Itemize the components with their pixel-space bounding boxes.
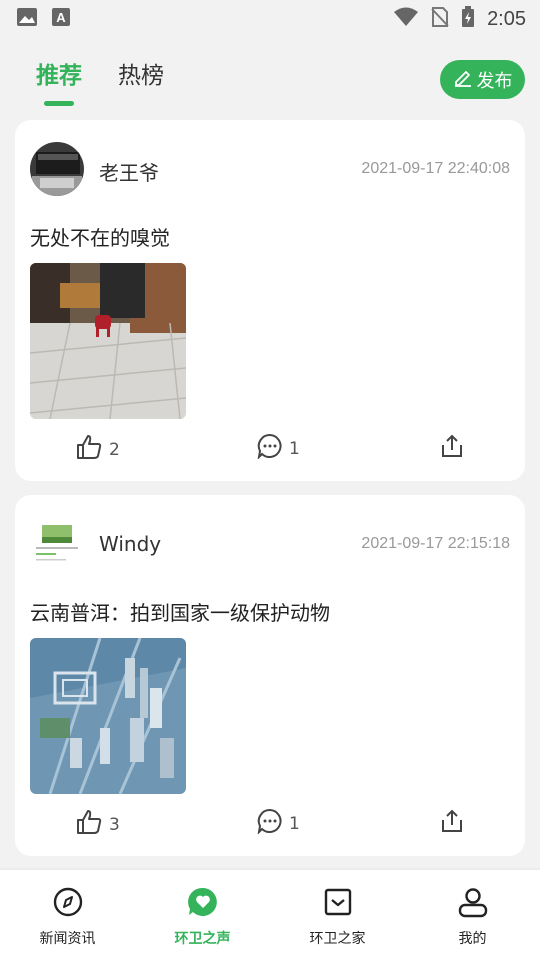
nav-item-voice[interactable]: 环卫之声 xyxy=(135,870,270,960)
battery-icon xyxy=(461,6,475,32)
status-bar: A 2:05 xyxy=(0,0,540,38)
heart-chat-icon xyxy=(187,886,219,922)
nav-label: 我的 xyxy=(458,931,487,947)
nav-item-mine[interactable]: 我的 xyxy=(405,870,540,960)
thumbs-up-icon xyxy=(75,808,103,841)
comment-button[interactable]: 1 xyxy=(257,433,300,464)
like-count: 3 xyxy=(109,814,120,835)
nav-item-home[interactable]: 环卫之家 xyxy=(270,870,405,960)
post-time: 2021-09-17 22:40:08 xyxy=(361,160,510,177)
avatar[interactable] xyxy=(30,142,84,196)
share-button[interactable] xyxy=(439,808,465,839)
wifi-icon xyxy=(393,7,419,31)
share-icon xyxy=(439,808,465,839)
like-count: 2 xyxy=(109,439,120,460)
nav-label: 环卫之声 xyxy=(174,931,231,947)
top-tabs: 推荐 热榜 xyxy=(36,56,164,106)
username[interactable]: Windy xyxy=(99,532,161,556)
compass-icon xyxy=(52,886,84,922)
inbox-icon xyxy=(322,886,354,922)
comment-icon xyxy=(257,808,283,839)
bottom-nav: 新闻资讯 环卫之声 环卫之家 我的 xyxy=(0,870,540,960)
avatar[interactable] xyxy=(30,517,84,571)
post-card[interactable]: 老王爷 2021-09-17 22:40:08 无处不在的嗅觉 2 1 xyxy=(15,120,525,481)
no-sim-icon xyxy=(431,6,449,32)
nav-label: 新闻资讯 xyxy=(39,931,96,947)
comment-button[interactable]: 1 xyxy=(257,808,300,839)
publish-button[interactable]: 发布 xyxy=(440,60,525,99)
edit-icon xyxy=(453,67,473,92)
publish-label: 发布 xyxy=(476,70,513,92)
tab-recommend[interactable]: 推荐 xyxy=(36,56,82,106)
svg-text:A: A xyxy=(56,10,66,25)
nav-item-news[interactable]: 新闻资讯 xyxy=(0,870,135,960)
share-button[interactable] xyxy=(439,433,465,464)
post-image[interactable] xyxy=(30,638,186,794)
user-icon xyxy=(457,886,489,922)
nav-label: 环卫之家 xyxy=(309,931,366,947)
like-button[interactable]: 2 xyxy=(75,433,120,466)
font-app-icon: A xyxy=(52,7,70,31)
status-time: 2:05 xyxy=(487,7,526,30)
post-image[interactable] xyxy=(30,263,186,419)
post-text[interactable]: 云南普洱：拍到国家一级保护动物 xyxy=(30,597,330,626)
thumbs-up-icon xyxy=(75,433,103,466)
share-icon xyxy=(439,433,465,464)
post-text[interactable]: 无处不在的嗅觉 xyxy=(30,222,170,251)
gallery-icon xyxy=(16,7,38,31)
tab-hot-list[interactable]: 热榜 xyxy=(118,56,164,106)
comment-icon xyxy=(257,433,283,464)
comment-count: 1 xyxy=(289,813,300,834)
post-time: 2021-09-17 22:15:18 xyxy=(361,535,510,552)
username[interactable]: 老王爷 xyxy=(99,157,159,186)
comment-count: 1 xyxy=(289,438,300,459)
post-card[interactable]: Windy 2021-09-17 22:15:18 云南普洱：拍到国家一级保护动… xyxy=(15,495,525,856)
like-button[interactable]: 3 xyxy=(75,808,120,841)
